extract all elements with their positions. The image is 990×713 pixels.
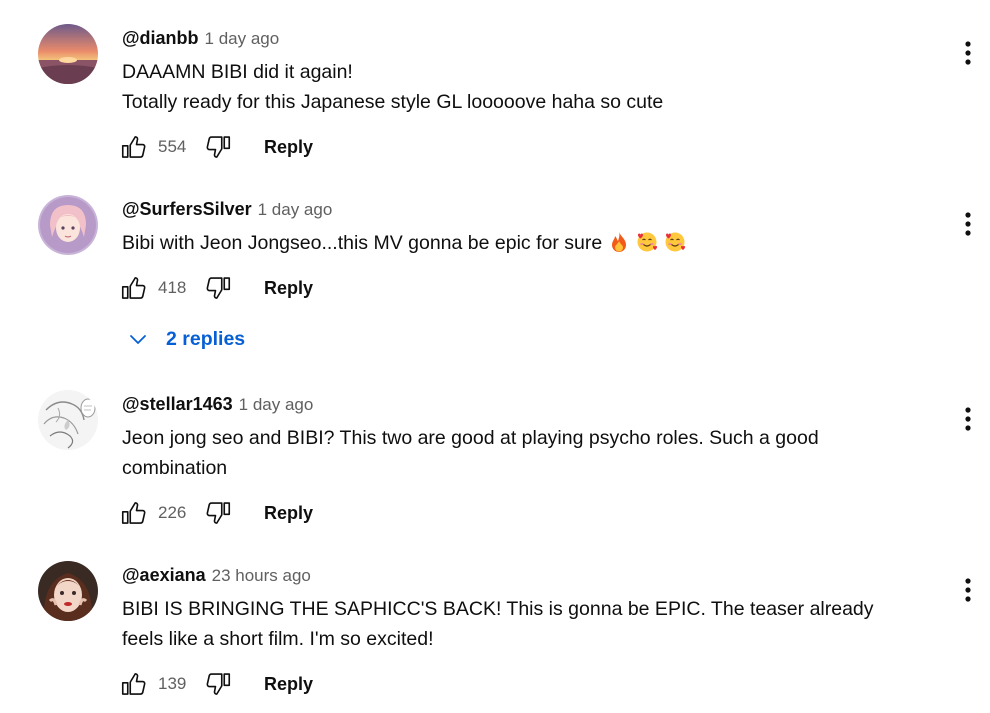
comment-author[interactable]: @SurfersSilver: [122, 199, 252, 219]
thumb-up-icon: [121, 136, 146, 158]
comment-actions: 554 Reply: [118, 131, 313, 163]
like-count: 226: [158, 503, 187, 522]
like-button[interactable]: [118, 272, 150, 304]
thumb-up-icon: [121, 502, 146, 524]
comment-text-line: DAAAMN BIBI did it again!: [122, 61, 353, 83]
like-count: 139: [158, 674, 187, 693]
more-vert-icon: [965, 407, 971, 431]
thumb-down-icon: [206, 673, 231, 695]
comment-actions: 226 Reply: [118, 497, 313, 529]
thumb-down-icon: [206, 136, 231, 158]
view-replies-button[interactable]: 2 replies: [128, 323, 245, 355]
avatar[interactable]: [38, 561, 98, 621]
comment-author[interactable]: @stellar1463: [122, 394, 233, 414]
like-button[interactable]: [118, 668, 150, 700]
comment-header: @aexiana 23 hours ago: [122, 563, 311, 588]
dislike-button[interactable]: [202, 272, 234, 304]
thumb-down-icon: [206, 277, 231, 299]
like-button[interactable]: [118, 131, 150, 163]
smiling-face-with-hearts-emoji: [636, 231, 658, 253]
comment-header: @dianbb 1 day ago: [122, 26, 279, 51]
comment-menu-button[interactable]: [954, 403, 982, 435]
comment-header: @stellar1463 1 day ago: [122, 392, 313, 417]
comment-actions: 418 Reply: [118, 272, 313, 304]
sketch-avatar-image: [38, 390, 98, 450]
dislike-button[interactable]: [202, 497, 234, 529]
avatar[interactable]: [38, 195, 98, 255]
comment-text-line: Bibi with Jeon Jongseo...this MV gonna b…: [122, 228, 942, 258]
comment-text-line: combination: [122, 457, 228, 479]
replies-count-label: 2 replies: [166, 327, 246, 350]
comment-header: @SurfersSilver 1 day ago: [122, 197, 332, 222]
portrait-avatar-image: [38, 561, 98, 621]
reply-button[interactable]: Reply: [264, 278, 313, 299]
like-button[interactable]: [118, 497, 150, 529]
comment-menu-button[interactable]: [954, 37, 982, 69]
reply-button[interactable]: Reply: [264, 503, 313, 524]
thumb-up-icon: [121, 277, 146, 299]
chevron-down-icon: [130, 335, 146, 344]
comment-text-line: Totally ready for this Japanese style GL…: [122, 91, 664, 113]
comment-author[interactable]: @aexiana: [122, 565, 206, 585]
comment-menu-button[interactable]: [954, 574, 982, 606]
comment-body: Bibi with Jeon Jongseo...this MV gonna b…: [122, 228, 942, 258]
comment-body: BIBI IS BRINGING THE SAPHICC'S BACK! Thi…: [122, 594, 942, 654]
more-vert-icon: [965, 212, 971, 236]
comment-time[interactable]: 23 hours ago: [212, 566, 311, 585]
comment-text-line: feels like a short film. I'm so excited!: [122, 628, 434, 650]
comment-body: DAAAMN BIBI did it again! Totally ready …: [122, 57, 942, 117]
more-vert-icon: [965, 578, 971, 602]
comment-author[interactable]: @dianbb: [122, 28, 199, 48]
dislike-button[interactable]: [202, 668, 234, 700]
more-vert-icon: [965, 41, 971, 65]
reply-button[interactable]: Reply: [264, 137, 313, 158]
comment-menu-button[interactable]: [954, 208, 982, 240]
comment-actions: 139 Reply: [118, 668, 313, 700]
comment-time[interactable]: 1 day ago: [239, 395, 314, 414]
comment-text: Bibi with Jeon Jongseo...this MV gonna b…: [122, 232, 603, 254]
avatar[interactable]: [38, 390, 98, 450]
avatar[interactable]: [38, 24, 98, 84]
smiling-face-with-hearts-emoji: [664, 231, 686, 253]
dislike-button[interactable]: [202, 131, 234, 163]
anime-girl-avatar-image: [38, 195, 98, 255]
like-count: 554: [158, 137, 187, 156]
comment-text-line: Jeon jong seo and BIBI? This two are goo…: [122, 427, 819, 449]
fire-emoji: [608, 231, 630, 253]
sunset-avatar-image: [38, 24, 98, 84]
reply-button[interactable]: Reply: [264, 674, 313, 695]
thumb-up-icon: [121, 673, 146, 695]
comment-time[interactable]: 1 day ago: [205, 29, 280, 48]
comment-body: Jeon jong seo and BIBI? This two are goo…: [122, 423, 942, 483]
thumb-down-icon: [206, 502, 231, 524]
like-count: 418: [158, 278, 187, 297]
comment-text-line: BIBI IS BRINGING THE SAPHICC'S BACK! Thi…: [122, 598, 874, 620]
comment-time[interactable]: 1 day ago: [258, 200, 333, 219]
